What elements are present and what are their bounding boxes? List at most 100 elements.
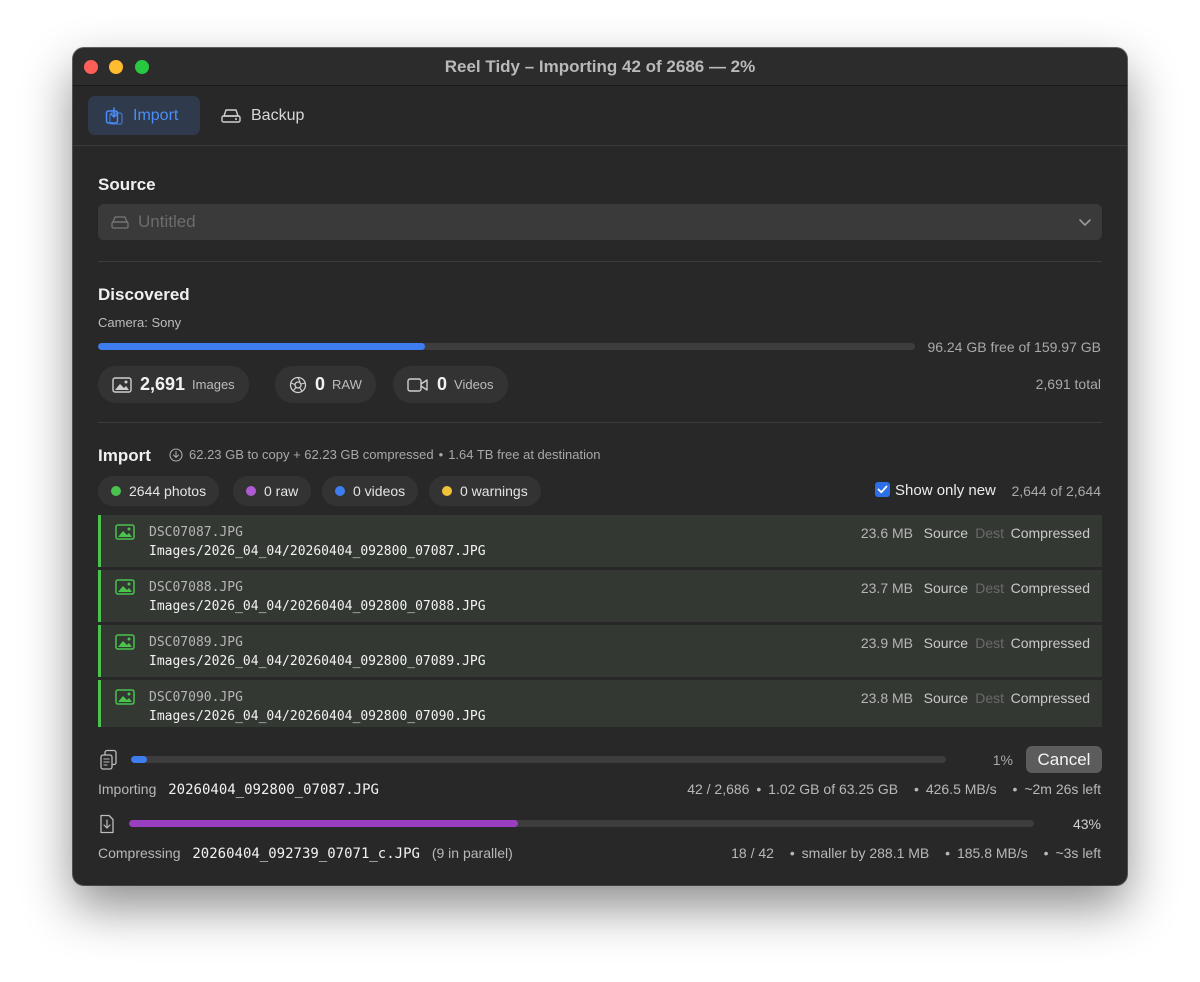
file-status-dest: Dest [975, 525, 1004, 541]
aperture-icon [289, 376, 307, 393]
source-select[interactable]: Untitled [98, 204, 1102, 240]
images-label: Images [192, 377, 235, 392]
show-only-new-label[interactable]: Show only new [895, 482, 996, 499]
images-count-pill: 2,691 Images [98, 366, 249, 403]
image-icon [115, 689, 135, 705]
discovered-heading: Discovered [98, 285, 190, 304]
source-select-value: Untitled [138, 212, 196, 231]
raw-label: RAW [332, 377, 362, 392]
compressing-label: Compressing [98, 845, 181, 861]
videos-label: Videos [454, 377, 494, 392]
file-dest-path: Images/2026_04_04/20260404_092800_07089.… [149, 654, 486, 669]
copy-progress-bar [131, 756, 946, 763]
raw-count: 0 [315, 374, 326, 394]
file-status-compressed: Compressed [1010, 690, 1090, 706]
import-icon [105, 106, 123, 125]
tab-backup-label: Backup [251, 106, 305, 124]
videos-dot [335, 486, 345, 496]
raw-dot [246, 486, 256, 496]
photos-dot [111, 486, 121, 496]
videos-filter-chip[interactable]: 0 videos [322, 476, 419, 506]
image-icon [115, 579, 135, 595]
copy-files-icon [100, 749, 117, 770]
storage-text: 96.24 GB free of 159.97 GB [927, 339, 1101, 355]
drive-icon [221, 108, 241, 123]
chevron-down-icon [1079, 219, 1091, 226]
toolbar: Import Backup [73, 86, 1127, 146]
copy-progress-fill [131, 756, 147, 763]
cancel-button[interactable]: Cancel [1026, 746, 1102, 773]
videos-count-pill: 0 Videos [393, 366, 508, 403]
file-row[interactable]: DSC07087.JPG Images/2026_04_04/20260404_0… [98, 515, 1102, 567]
compress-counts: 18 / 42 [731, 845, 774, 861]
divider [98, 422, 1102, 423]
camera-label: Camera: Sony [98, 315, 182, 330]
storage-bar [98, 343, 915, 350]
video-icon [407, 377, 428, 392]
raw-count-pill: 0 RAW [275, 366, 376, 403]
file-dest-path: Images/2026_04_04/20260404_092800_07090.… [149, 709, 486, 724]
app-window: Reel Tidy – Importing 42 of 2686 — 2% Im… [73, 48, 1127, 885]
file-row[interactable]: DSC07090.JPG Images/2026_04_04/20260404_0… [98, 680, 1102, 727]
file-status-dest: Dest [975, 690, 1004, 706]
file-status-source: Source [923, 525, 968, 541]
file-dest-path: Images/2026_04_04/20260404_092800_07088.… [149, 599, 486, 614]
import-summary: 62.23 GB to copy + 62.23 GB compressed •… [169, 447, 600, 462]
tab-backup[interactable]: Backup [210, 96, 310, 135]
file-name: DSC07088.JPG [149, 580, 243, 595]
image-icon [115, 524, 135, 540]
compress-eta: ~3s left [1055, 845, 1101, 861]
compress-progress-bar [129, 820, 1034, 827]
file-status-compressed: Compressed [1010, 525, 1090, 541]
file-status-source: Source [923, 635, 968, 651]
download-circle-icon [169, 447, 183, 462]
drive-icon [111, 216, 129, 229]
show-only-new-checkbox[interactable] [875, 482, 890, 497]
photos-filter-chip[interactable]: 2644 photos [98, 476, 220, 506]
title-bar: Reel Tidy – Importing 42 of 2686 — 2% [73, 48, 1127, 86]
raw-filter-chip[interactable]: 0 raw [233, 476, 312, 506]
storage-bar-fill [98, 343, 425, 350]
import-bytes: 1.02 GB of 63.25 GB [768, 781, 899, 797]
shown-count: 2,644 of 2,644 [1011, 483, 1101, 499]
warnings-filter-chip[interactable]: 0 warnings [429, 476, 541, 506]
file-list[interactable]: DSC07087.JPG Images/2026_04_04/20260404_0… [98, 515, 1102, 727]
copy-percent: 1% [992, 752, 1013, 768]
file-row[interactable]: DSC07089.JPG Images/2026_04_04/20260404_0… [98, 625, 1102, 677]
total-count: 2,691 total [1035, 376, 1101, 392]
image-icon [115, 634, 135, 650]
file-size: 23.8 MB [860, 690, 913, 706]
file-name: DSC07090.JPG [149, 690, 243, 705]
import-eta: ~2m 26s left [1024, 781, 1101, 797]
file-name: DSC07087.JPG [149, 525, 243, 540]
window-title: Reel Tidy – Importing 42 of 2686 — 2% [444, 57, 756, 76]
copy-summary: 62.23 GB to copy + 62.23 GB compressed [189, 447, 434, 462]
import-stats: 42 / 2,686 • 1.02 GB of 63.25 GB • 426.5… [687, 781, 1101, 797]
raw-chip-label: 0 raw [264, 483, 299, 499]
file-status-compressed: Compressed [1010, 580, 1090, 596]
images-count: 2,691 [140, 374, 186, 394]
importing-file: 20260404_092800_07087.JPG [168, 782, 379, 798]
source-heading: Source [98, 175, 156, 194]
image-icon [112, 376, 132, 393]
file-name: DSC07089.JPG [149, 635, 243, 650]
file-row[interactable]: DSC07088.JPG Images/2026_04_04/20260404_0… [98, 570, 1102, 622]
videos-count: 0 [437, 374, 448, 394]
compress-percent: 43% [1072, 816, 1101, 832]
photos-chip-label: 2644 photos [129, 483, 207, 499]
compress-stats: 18 / 42 • smaller by 288.1 MB • 185.8 MB… [731, 845, 1101, 861]
file-size: 23.6 MB [860, 525, 913, 541]
free-at-destination: 1.64 TB free at destination [448, 447, 601, 462]
file-size: 23.9 MB [860, 635, 913, 651]
importing-label: Importing [98, 781, 157, 797]
videos-chip-label: 0 videos [353, 483, 406, 499]
divider [98, 261, 1102, 262]
tab-import[interactable]: Import [88, 96, 200, 135]
compress-file-icon [100, 814, 114, 834]
compress-saved: smaller by 288.1 MB [801, 845, 930, 861]
file-size: 23.7 MB [860, 580, 913, 596]
file-status-source: Source [923, 690, 968, 706]
import-counts: 42 / 2,686 [687, 781, 750, 797]
import-heading: Import [98, 446, 151, 465]
file-status-compressed: Compressed [1010, 635, 1090, 651]
